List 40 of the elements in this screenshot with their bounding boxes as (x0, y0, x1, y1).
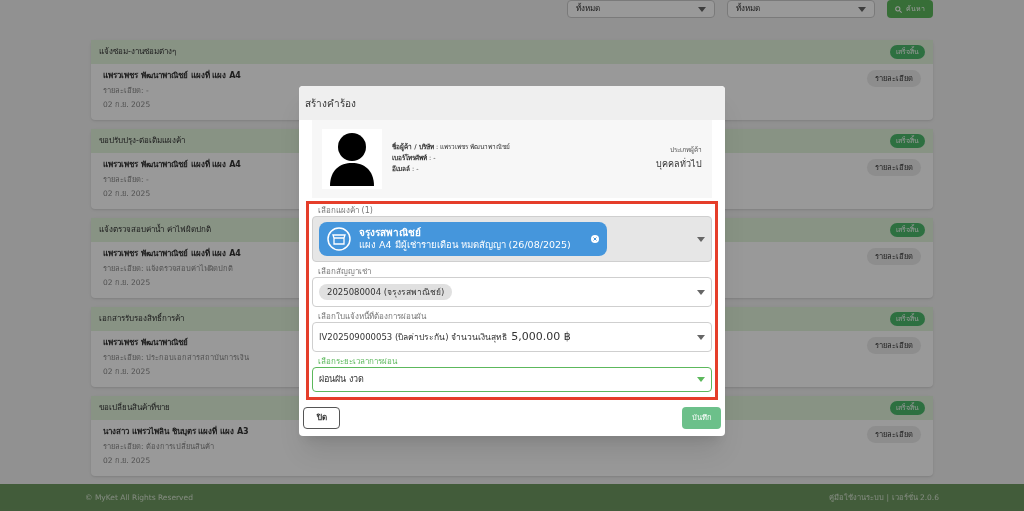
field-label: เลือกใบแจ้งหนี้ที่ต้องการผ่อนผัน (318, 313, 428, 321)
dialog-title: สร้างคำร้อง (305, 96, 356, 111)
contract-chip[interactable]: 2025080004 (จรุงรสพาณิชย์) (319, 283, 453, 301)
select-field[interactable]: IV202509000053 (บิลค่าประกัน) จำนวนเงินสุทธิ 5,000.00 ฿ (312, 322, 712, 352)
invoice-value: IV202509000053 (บิลค่าประกัน) จำนวนเงินสุทธิ (319, 330, 508, 344)
dropdown-caret-icon (697, 289, 705, 295)
filter-select[interactable]: ทั้งหมด (727, 0, 875, 18)
field-label: เลือกแผงค้า (1) (318, 207, 374, 215)
request-type: เอกสารรับรองสิทธิ์การค้า (99, 313, 184, 325)
request-type: แจ้งซ่อม-งานซ่อมต่างๆ (99, 46, 176, 58)
shop-info: แผง A4 มีผู้เช่ารายเดือน หมดสัญญา (26/08/2025) (359, 239, 571, 252)
dropdown-caret-icon (698, 6, 706, 12)
select-field[interactable]: จรุงรสพาณิชย์ แผง A4 มีผู้เช่ารายเดือน หมดสัญญา (26/08/2025) (312, 216, 712, 262)
request-owner: นางสาว แพรวไพลิน ชินบุตร แผงที่ แผง A3 (103, 426, 249, 438)
request-owner: แพรวเพชร พัฒนาพาณิชย์ แผงที่ แผง A4 (103, 70, 241, 82)
request-type: แจ้งตรวจสอบค่าน้ำ ค่าไฟผิดปกติ (99, 224, 211, 236)
dropdown-caret-icon (697, 236, 705, 242)
remove-icon[interactable] (590, 235, 599, 243)
field-label: เลือกระยะเวลาการผ่อน (318, 358, 399, 366)
select-field[interactable]: 2025080004 (จรุงรสพาณิชย์) (312, 277, 712, 307)
dropdown-caret-icon (697, 334, 705, 340)
shop-chip[interactable]: จรุงรสพาณิชย์ แผง A4 มีผู้เช่ารายเดือน หมดสัญญา (26/08/2025) (319, 221, 607, 257)
dropdown-caret-icon (858, 6, 866, 12)
field-label: เลือกสัญญาเช่า (318, 268, 372, 276)
request-owner: แพรวเพชร พัฒนาพาณิชย์ แผงที่ แผง A4 (103, 159, 241, 171)
close-button[interactable]: ปิด (303, 407, 340, 429)
shop-name: จรุงรสพาณิชย์ (359, 226, 422, 240)
request-owner: แพรวเพชร พัฒนาพาณิชย์ แผงที่ แผง A4 (103, 248, 241, 260)
storefront-icon (327, 227, 351, 251)
dropdown-caret-icon (697, 377, 705, 382)
customer-type: บุคคลทั่วไป (656, 158, 702, 172)
invoice-amount: 5,000.00 ฿ (511, 328, 571, 345)
request-owner: แพรวเพชร พัฒนาพาณิชย์ (103, 337, 189, 349)
request-type: ขอปรับปรุง-ต่อเติมแผงค้า (99, 135, 185, 147)
person-silhouette-icon (328, 132, 376, 186)
filter-select[interactable]: ทั้งหมด (567, 0, 715, 18)
select-field[interactable]: ผ่อนผัน งวด (312, 367, 712, 392)
request-type: ขอเปลี่ยนสินค้าที่ขาย (99, 402, 170, 414)
installment-value: ผ่อนผัน งวด (319, 372, 364, 386)
search-icon (895, 5, 902, 13)
